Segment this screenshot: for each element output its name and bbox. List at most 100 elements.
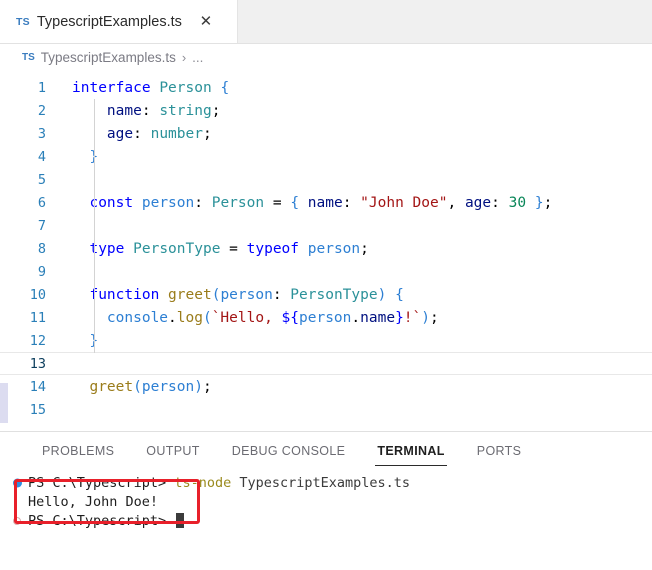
code-line[interactable]: 9 xyxy=(0,260,652,283)
code-token: log xyxy=(176,309,203,326)
code-token: Person xyxy=(211,194,265,211)
line-number: 1 xyxy=(37,79,46,96)
tab-bar-empty-area xyxy=(238,0,652,43)
code-token: number xyxy=(150,125,203,142)
typescript-file-icon: TS xyxy=(16,15,30,28)
code-line-text: name: string; xyxy=(58,103,652,119)
code-line[interactable]: 3 age: number; xyxy=(0,122,652,145)
vscode-window: TS TypescriptExamples.ts ✕ TS Typescript… xyxy=(0,0,652,570)
code-line-text: age: number; xyxy=(58,126,652,142)
code-line-text: greet(person); xyxy=(58,379,652,395)
code-line[interactable]: 10 function greet(person: PersonType) { xyxy=(0,283,652,306)
terminal-text: ts-node xyxy=(174,474,232,491)
code-token: PersonType xyxy=(133,240,221,257)
code-token: ( xyxy=(202,309,212,326)
panel-tab-ports[interactable]: PORTS xyxy=(461,432,538,470)
code-token: `Hello, xyxy=(211,309,282,326)
code-token: PersonType xyxy=(290,286,378,303)
code-line[interactable]: 5 xyxy=(0,168,652,191)
code-token: age xyxy=(464,194,492,211)
code-token: ) xyxy=(421,309,430,326)
code-token: : xyxy=(133,125,151,142)
code-line[interactable]: 13 xyxy=(0,352,652,375)
breadcrumb: TS TypescriptExamples.ts › ... xyxy=(0,44,652,70)
command-success-dot-icon xyxy=(13,478,22,487)
code-line-text: console.log(`Hello, ${person.name}!`); xyxy=(58,310,652,326)
code-token: ${ xyxy=(281,309,300,326)
code-editor[interactable]: 1 interface Person { 2 name: string; 3 age:… xyxy=(0,70,652,431)
code-token: age xyxy=(106,125,134,142)
code-token: function xyxy=(89,286,160,303)
code-token: 30 xyxy=(508,194,527,211)
code-lines-container: 1 interface Person { 2 name: string; 3 age:… xyxy=(0,76,652,421)
code-token: greet xyxy=(89,378,134,395)
code-line[interactable]: 1 interface Person { xyxy=(0,76,652,99)
line-number: 14 xyxy=(29,378,46,395)
code-line-text: type PersonType = typeof person; xyxy=(58,241,652,257)
code-token: ; xyxy=(430,309,439,326)
bottom-panel: PROBLEMS OUTPUT DEBUG CONSOLE TERMINAL PORTS… xyxy=(0,431,652,570)
code-token: : xyxy=(194,194,212,211)
code-token: = xyxy=(264,194,291,211)
code-line-text: function greet(person: PersonType) { xyxy=(58,287,652,303)
code-token: person xyxy=(299,309,352,326)
line-number: 7 xyxy=(37,217,46,234)
code-token: "John Doe" xyxy=(360,194,448,211)
code-token: ; xyxy=(543,194,553,211)
line-number: 15 xyxy=(29,401,46,418)
code-line[interactable]: 14 greet(person); xyxy=(0,375,652,398)
code-token: ; xyxy=(202,125,212,142)
code-token: name xyxy=(307,194,343,211)
code-line[interactable]: 7 xyxy=(0,214,652,237)
code-line-text: interface Person { xyxy=(58,80,652,96)
code-line[interactable]: 12 } xyxy=(0,329,652,352)
breadcrumb-file-name[interactable]: TypescriptExamples.ts xyxy=(41,50,176,65)
editor-tab-typescriptexamples[interactable]: TS TypescriptExamples.ts ✕ xyxy=(0,0,238,43)
code-token: { xyxy=(395,286,404,303)
terminal-view[interactable]: PS C:\Typescript> ts-node TypescriptExam… xyxy=(0,470,652,570)
line-number: 12 xyxy=(29,332,46,349)
code-token: Person xyxy=(159,79,212,96)
code-token: : xyxy=(491,194,509,211)
code-token: !` xyxy=(403,309,422,326)
indent-guide xyxy=(94,99,95,353)
line-number: 5 xyxy=(37,171,46,188)
code-token: ; xyxy=(211,102,221,119)
panel-tab-terminal[interactable]: TERMINAL xyxy=(361,432,460,470)
breadcrumb-overflow[interactable]: ... xyxy=(192,50,203,65)
terminal-text: Hello, John Doe! xyxy=(28,493,159,510)
line-number: 10 xyxy=(29,286,46,303)
close-icon[interactable]: ✕ xyxy=(197,13,215,31)
panel-tab-output[interactable]: OUTPUT xyxy=(130,432,216,470)
code-token: { xyxy=(220,79,230,96)
code-line[interactable]: 8 type PersonType = typeof person; xyxy=(0,237,652,260)
code-token: const xyxy=(89,194,134,211)
code-token: string xyxy=(159,102,212,119)
code-line-text: } xyxy=(58,149,652,165)
panel-tab-debug-console[interactable]: DEBUG CONSOLE xyxy=(216,432,362,470)
line-number: 6 xyxy=(37,194,46,211)
code-line[interactable]: 2 name: string; xyxy=(0,99,652,122)
code-line[interactable]: 15 xyxy=(0,398,652,421)
code-token: console xyxy=(106,309,169,326)
code-token: name xyxy=(360,309,396,326)
line-number: 9 xyxy=(37,263,46,280)
code-line[interactable]: 6 const person: Person = { name: "John D… xyxy=(0,191,652,214)
code-token: ; xyxy=(360,240,369,257)
panel-tab-problems[interactable]: PROBLEMS xyxy=(26,432,130,470)
code-line[interactable]: 4 } xyxy=(0,145,652,168)
code-token: ) xyxy=(194,378,203,395)
terminal-cursor xyxy=(176,513,185,528)
code-token: } xyxy=(395,309,404,326)
terminal-text: TypescriptExamples.ts xyxy=(231,474,411,491)
code-line-text: } xyxy=(58,333,652,349)
code-line[interactable]: 11 console.log(`Hello, ${person.name}!`)… xyxy=(0,306,652,329)
